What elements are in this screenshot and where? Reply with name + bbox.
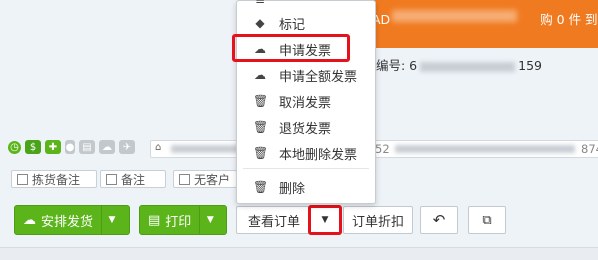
picking-note-button[interactable]: 拣货备注 xyxy=(11,170,97,188)
redacted-text xyxy=(395,145,575,153)
order-number: 编号: 6 159 xyxy=(376,58,542,73)
trash-icon: 🗑 xyxy=(253,180,269,194)
menu-item-local-delete-invoice[interactable]: 🗑 本地删除发票 xyxy=(237,142,377,164)
cloud-icon: ☁ xyxy=(99,140,115,154)
menu-item-return-invoice[interactable]: 🗑 退货发票 xyxy=(237,116,377,138)
gift-icon: ✚ xyxy=(45,140,61,154)
print-icon: ▤ xyxy=(148,212,161,228)
order-status-banner: AD购 0 件 到 ) xyxy=(362,0,598,48)
highlight-box xyxy=(232,34,350,62)
plane-icon: ✈ xyxy=(119,140,135,154)
home-icon: ⌂ xyxy=(155,142,162,153)
trash-icon: 🗑 xyxy=(253,94,269,108)
content-footer-strip xyxy=(0,247,598,260)
copy-icon: ⧉ xyxy=(482,212,492,228)
back-button[interactable]: ↶ xyxy=(420,206,458,234)
order-discount-button[interactable]: 订单折扣 xyxy=(343,206,413,234)
menu-item-apply-full-invoice[interactable]: ☁ 申请全额发票 xyxy=(237,64,377,86)
checkbox-icon xyxy=(179,173,190,185)
list-icon: ≡ xyxy=(254,0,266,7)
cloud-upload-icon: ☁ xyxy=(254,68,266,82)
menu-item-mark[interactable]: ◆ 标记 xyxy=(237,12,377,34)
redacted-text xyxy=(392,10,517,22)
remark-button[interactable]: 备注 xyxy=(100,170,166,188)
arrange-shipping-button[interactable]: ☁ 安排发货 ▼ xyxy=(14,205,130,235)
undo-arrow-icon: ↶ xyxy=(432,211,446,229)
menu-divider xyxy=(243,168,369,169)
menu-item-cancel-invoice[interactable]: 🗑 取消发票 xyxy=(237,90,377,112)
print-button[interactable]: ▤ 打印 ▼ xyxy=(139,205,227,235)
status-icon-strip: ◷ $ ✚ ● ▤ ☁ ✈ xyxy=(8,138,135,156)
tag-icon: ◆ xyxy=(255,16,265,30)
location-icon: ● xyxy=(65,140,75,154)
view-order-dropdown-toggle[interactable]: ▼ xyxy=(308,205,342,235)
trash-icon: 🗑 xyxy=(253,120,269,134)
address-fragment: 874 xyxy=(581,142,598,156)
print-icon: ▤ xyxy=(79,140,95,154)
cloud-upload-icon: ☁ xyxy=(23,212,36,228)
chevron-down-icon[interactable]: ▼ xyxy=(199,206,220,234)
chevron-down-icon: ▼ xyxy=(321,215,329,225)
trash-icon: 🗑 xyxy=(253,146,269,160)
copy-button[interactable]: ⧉ xyxy=(468,206,506,234)
checkbox-icon xyxy=(106,173,117,185)
menu-item-partial[interactable]: ≡ xyxy=(237,0,377,11)
money-icon: $ xyxy=(25,140,41,154)
clock-icon: ◷ xyxy=(8,140,21,154)
menu-item-delete[interactable]: 🗑 删除 xyxy=(237,176,377,198)
address-fragment: 52 xyxy=(375,142,390,156)
checkbox-icon xyxy=(17,173,28,185)
chevron-down-icon[interactable]: ▼ xyxy=(101,206,122,234)
order-actions-menu: ≡ ◆ 标记 ☁ 申请发票 ☁ 申请全额发票 🗑 取消发票 🗑 退货发票 🗑 本地删除发票 … xyxy=(236,0,376,204)
view-order-button[interactable]: 查看订单 xyxy=(236,206,312,234)
customer-note-button[interactable]: 无客户 xyxy=(173,170,237,188)
